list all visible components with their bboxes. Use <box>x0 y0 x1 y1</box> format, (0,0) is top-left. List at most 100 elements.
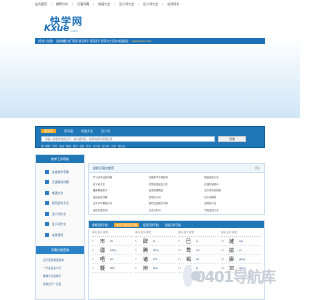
row-character[interactable]: 腾 <box>143 247 151 254</box>
search-input[interactable]: 请输入需要查询的汉字、拼音或部首，按查询即可获取结果 <box>41 136 215 142</box>
article-link[interactable]: 成语出处详解 <box>93 195 149 199</box>
row-number: 9 <box>178 239 180 243</box>
dictionary-tab[interactable]: 按拼音查字典 <box>165 223 181 227</box>
row-number: 15 <box>221 257 225 261</box>
table-row[interactable]: 14 揄 yú <box>221 246 261 255</box>
dictionary-tab[interactable]: 单汉字拼音查字典 <box>114 222 139 227</box>
nav-link[interactable]: 反义词大全 <box>143 2 158 6</box>
row-number: 5 <box>135 239 137 243</box>
login-register-link[interactable]: [登录] [注册] <box>38 39 53 43</box>
sidebar-sub-link[interactable]: 常用汉字一览表 <box>36 282 84 286</box>
sidebar-item-label: 在线组词 <box>52 232 64 237</box>
article-link[interactable]: 精选成语大全 <box>204 175 260 179</box>
nav-link[interactable]: 近义词大全 <box>119 2 134 6</box>
site-logo[interactable]: 快学网 Kxue .com <box>44 13 84 35</box>
panel-title: 最新汉语文章页 <box>93 166 115 170</box>
sidebar-item[interactable]: 汉语拼音词典 <box>36 180 84 184</box>
article-link[interactable]: 常用谚语大全 <box>204 208 260 212</box>
hot-searches[interactable]: 热门搜索：拼音 · 部首 · 笔画 · 组词 · 成语 · 造句 · 近义词 ·… <box>41 144 125 148</box>
table-row[interactable]: 6 腾 téng <box>135 246 175 255</box>
article-link[interactable]: 成语故事精选 <box>149 188 205 192</box>
nav-separator: | <box>93 2 95 6</box>
sidebar-item-label: 组词造句大全 <box>52 201 69 205</box>
row-character[interactable]: 鹜 <box>186 247 194 254</box>
article-link[interactable]: 成语分类查询 <box>93 208 149 212</box>
row-character[interactable]: 辟 <box>143 238 151 245</box>
article-link[interactable]: 近义词辨析 <box>204 195 260 199</box>
dictionary-tab[interactable]: 按部首查字典： <box>143 223 161 227</box>
nav-separator: | <box>162 2 164 6</box>
row-character[interactable]: 巳 <box>186 238 194 245</box>
sidebar-item[interactable]: 在线组词 <box>36 232 84 237</box>
dictionary-tabs: 按笔画查字典： 单汉字拼音查字典 按部首查字典： 按拼音查字典 <box>89 221 264 228</box>
table-row[interactable]: 4 鞭 biān <box>92 264 132 273</box>
column-header: 序号 汉字 拼音 <box>92 230 132 237</box>
article-link[interactable]: 现代汉语规范字典 <box>149 201 205 205</box>
row-number: 7 <box>135 257 137 261</box>
nav-link[interactable]: 成语大全 <box>98 2 110 6</box>
site-url[interactable]: www.kxue.com <box>132 40 152 43</box>
table-row[interactable]: 1 帀 zā <box>92 237 132 246</box>
nav-link[interactable]: 设为首页 <box>35 2 47 6</box>
table-row[interactable]: 2 疆 jiāng <box>92 246 132 255</box>
table-row[interactable]: 10 鹜 wù <box>178 246 218 255</box>
more-link[interactable]: 更多 <box>255 166 260 170</box>
row-pinyin: yú <box>239 248 242 252</box>
search-tabs: 查汉字 查词语 成语大全 近义词 <box>41 129 110 133</box>
article-link[interactable]: 常用反义词 <box>149 195 205 199</box>
bullet-icon <box>45 232 49 237</box>
article-link[interactable]: 近义词大全 <box>93 182 149 186</box>
nav-link[interactable]: 汉语词典 <box>77 2 89 6</box>
sidebar-sub-link[interactable]: 一字多音多义字 <box>36 266 84 270</box>
row-pinyin: biàn <box>153 266 159 270</box>
search-button[interactable]: 查询 <box>218 136 246 142</box>
row-pinyin: gēng <box>239 257 246 261</box>
search-tab[interactable]: 查词语 <box>64 129 73 133</box>
row-number: 4 <box>92 266 94 270</box>
table-row[interactable]: 3 唔 wú <box>92 255 132 264</box>
table-row[interactable]: 8 辫 biàn <box>135 264 175 273</box>
row-pinyin: zā <box>110 239 113 243</box>
article-link[interactable]: 在线组词造句 <box>204 182 260 186</box>
sidebar-item[interactable]: 在线新华字典 <box>36 169 84 174</box>
sidebar-item-label: 反义词大全 <box>52 222 66 226</box>
table-row[interactable]: 9 巳 sì <box>178 237 218 246</box>
table-row[interactable]: 13 潍 wéi <box>221 237 261 246</box>
row-character[interactable]: 揄 <box>229 247 237 254</box>
row-pinyin: jiāng <box>110 248 116 252</box>
row-character[interactable]: 疆 <box>100 247 108 254</box>
sidebar-sub-link[interactable]: 繁体字与简体字 <box>36 274 84 278</box>
search-tab[interactable]: 查汉字 <box>41 129 57 133</box>
article-link[interactable]: 在线新华字典查询 <box>149 175 205 179</box>
sidebar-item[interactable]: 组词造句大全 <box>36 201 84 205</box>
article-link[interactable]: 古诗文名句 <box>149 208 205 212</box>
article-link[interactable]: 汉字书写笔顺大全 <box>93 201 149 205</box>
row-character[interactable]: 唔 <box>100 256 108 263</box>
row-character[interactable]: 鞭 <box>100 265 108 272</box>
table-row[interactable]: 5 辟 pì <box>135 237 175 246</box>
quick-links[interactable]: 最新收藏 热门词条 拼音查字 部首查字 组词大全 造句 成语接龙 <box>56 39 128 43</box>
watermark-icon <box>183 265 202 287</box>
sidebar-item[interactable]: 反义词大全 <box>36 222 84 226</box>
row-character[interactable]: 诸 <box>143 256 151 263</box>
table-row[interactable]: 7 诸 zhū <box>135 255 175 264</box>
article-links: 严与北京成语词典 在线新华字典查询 精选成语大全近义词大全 常用成语接龙大全 在线组词造… <box>89 173 264 214</box>
sidebar-item[interactable]: 成语大全 <box>36 190 84 195</box>
article-link[interactable]: 严与北京成语词典 <box>93 175 149 179</box>
row-character[interactable]: 辫 <box>143 265 151 272</box>
article-link[interactable]: 常用成语接龙大全 <box>149 182 205 186</box>
sidebar-item[interactable]: 近义词大全 <box>36 211 84 216</box>
row-pinyin: wú <box>110 257 114 261</box>
article-link[interactable]: 汉字拼音对照表 <box>204 188 260 192</box>
row-character[interactable]: 潍 <box>229 238 237 245</box>
nav-link[interactable]: 古诗词文 <box>167 2 179 6</box>
article-link[interactable]: 部首检字法 <box>204 201 260 205</box>
article-link[interactable]: 最新笔画查字 <box>93 188 149 192</box>
search-tab[interactable]: 近义词 <box>101 129 110 133</box>
dictionary-tab[interactable]: 按笔画查字典： <box>92 223 110 227</box>
bullet-icon <box>45 211 49 216</box>
row-character[interactable]: 帀 <box>100 238 108 245</box>
search-tab[interactable]: 成语大全 <box>81 129 93 133</box>
nav-link[interactable]: 推荐分享 <box>56 2 68 6</box>
sidebar-sub-link[interactable]: 汉字部首笔画查询 <box>36 258 84 262</box>
